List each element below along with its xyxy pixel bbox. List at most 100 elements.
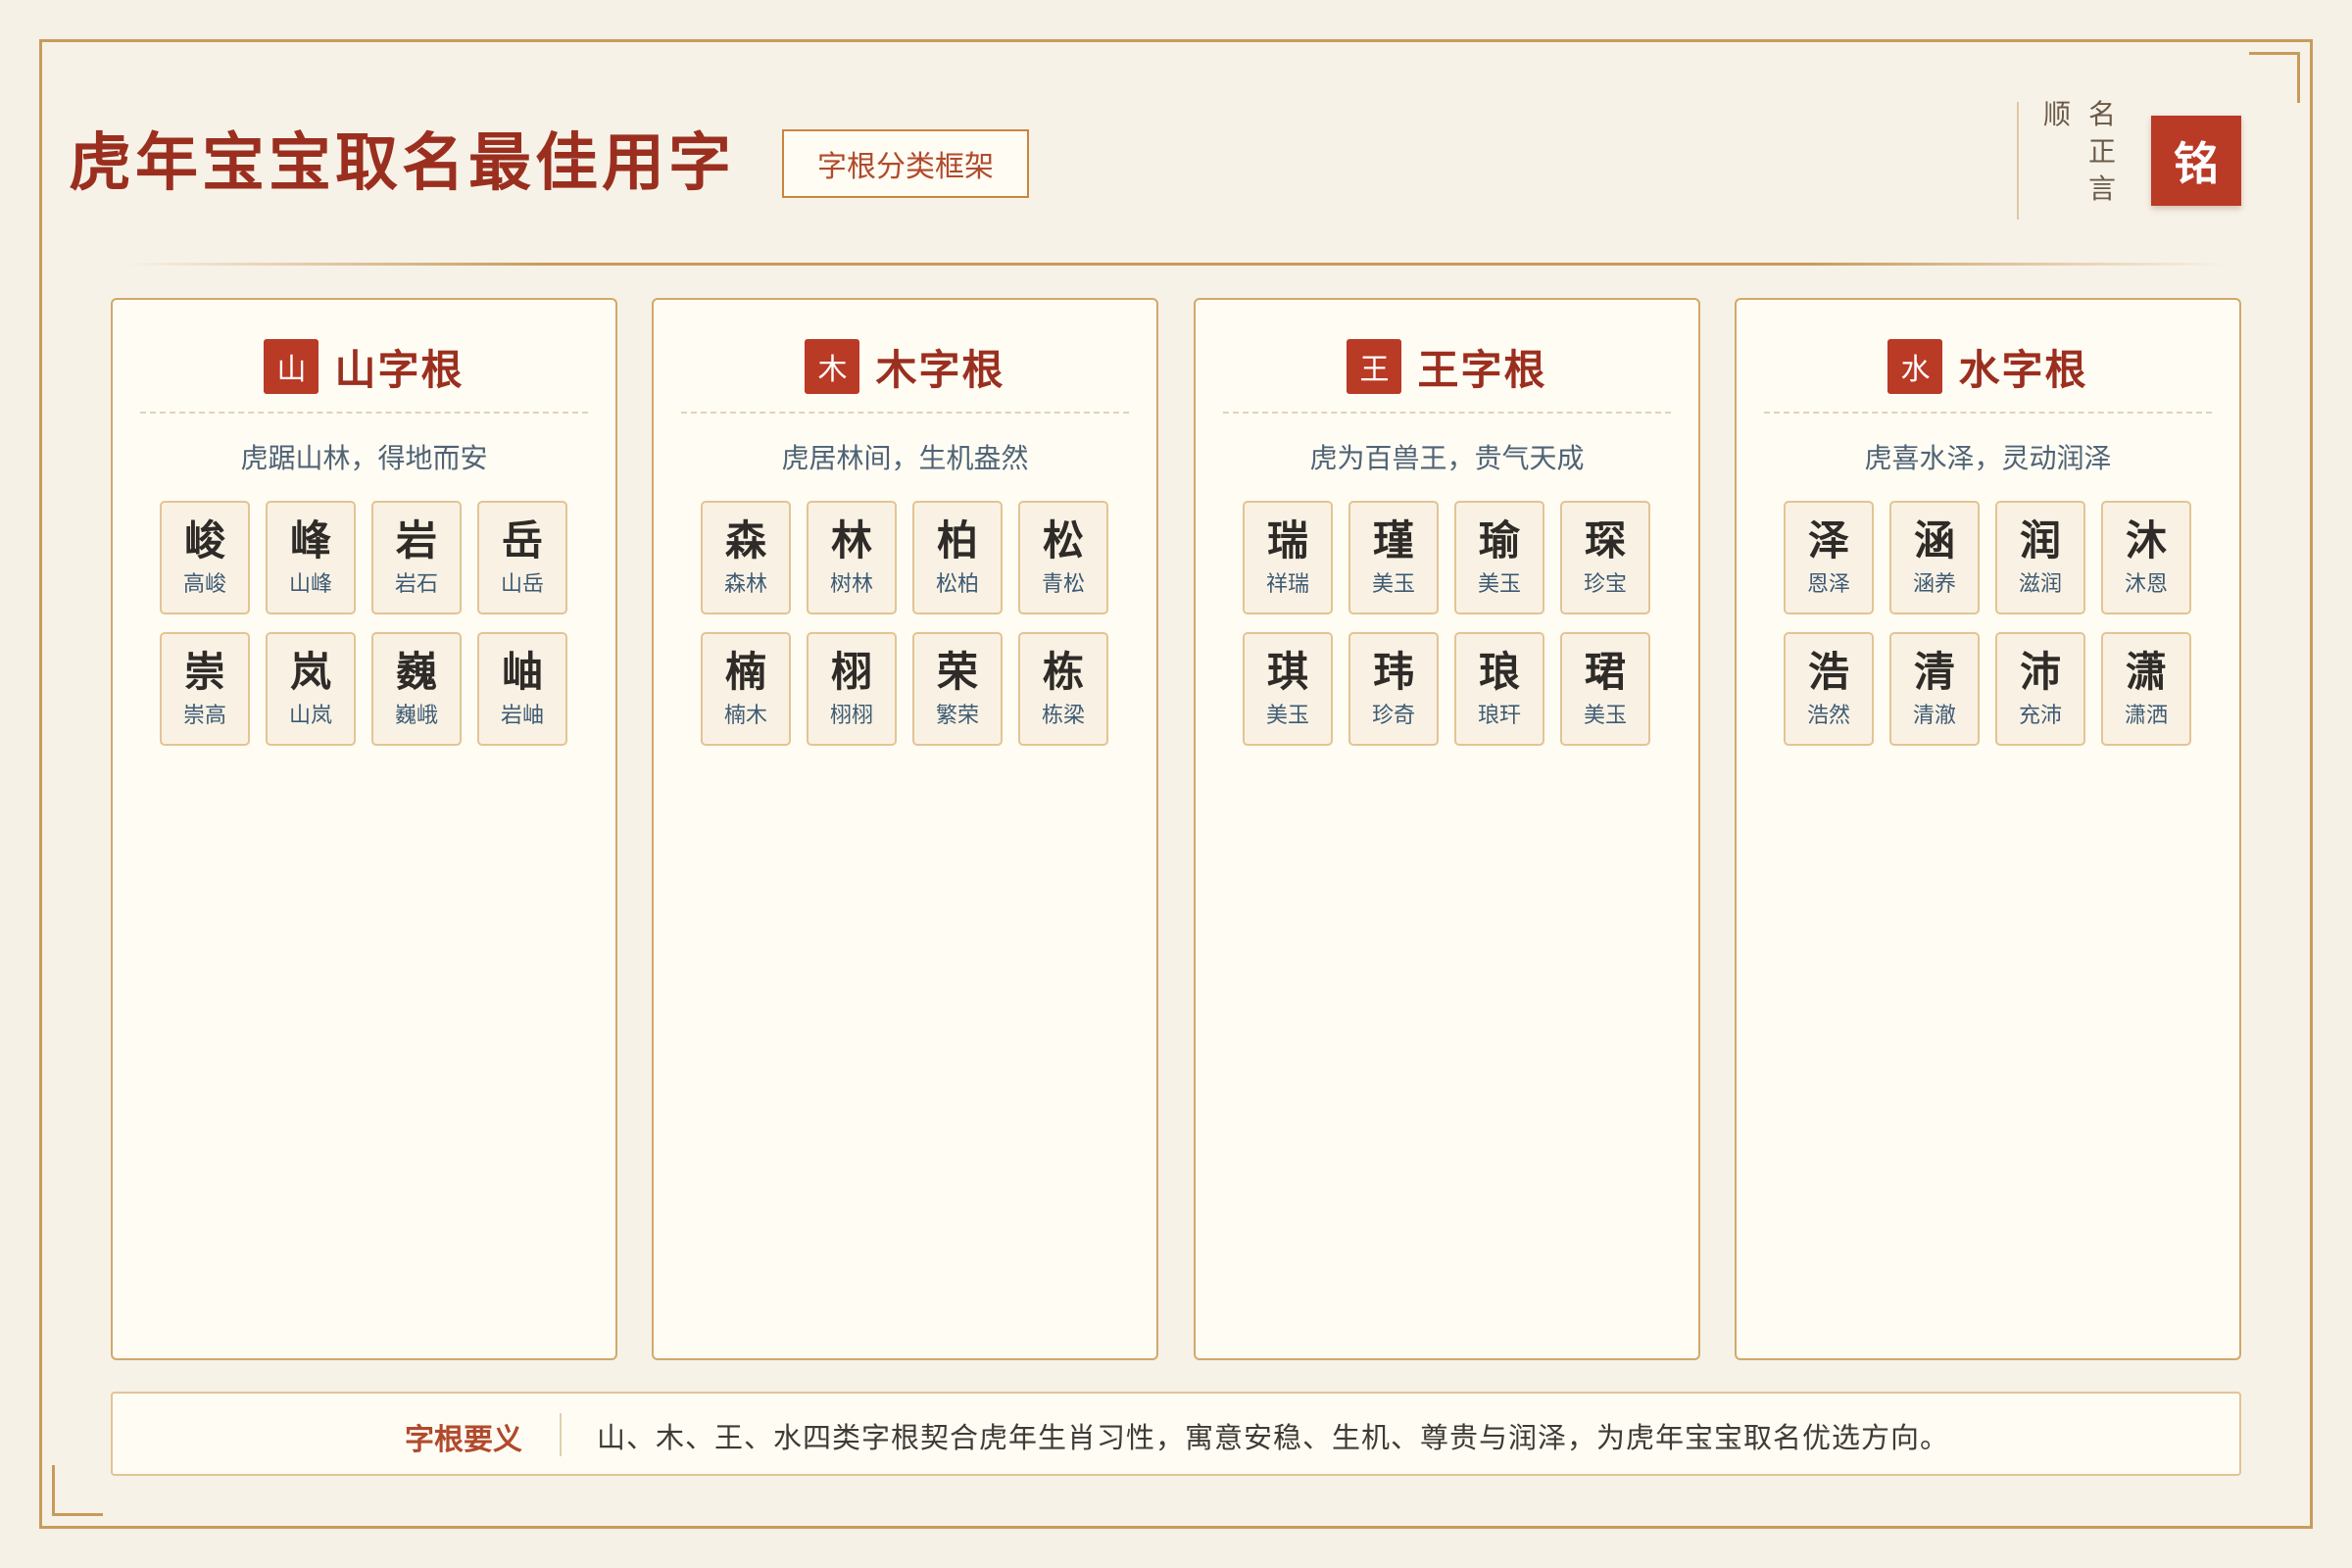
char-word: 崇高 [182,704,226,728]
char-word: 岩石 [394,572,438,597]
subtitle-tag: 字根分类框架 [782,129,1029,198]
corner-ornament-bottom-left [52,1465,103,1516]
char-chip: 潇潇洒 [2101,632,2191,746]
char-chip: 玮珍奇 [1348,632,1439,746]
char-word: 祥瑞 [1265,572,1309,597]
char-chip: 瑾美玉 [1348,501,1439,614]
char-grid: 泽恩泽涵涵养润滋润沐沐恩浩浩然清清澈沛充沛潇潇洒 [1784,501,2191,746]
char-word: 珍宝 [1583,572,1627,597]
char-grid: 森森林林树林柏松柏松青松楠楠木栩栩栩荣繁荣栋栋梁 [701,501,1108,746]
char-glyph: 珺 [1584,648,1626,696]
char-glyph: 栩 [830,648,872,696]
char-word: 浩然 [1806,704,1850,728]
card-wood-radical: 木木字根 虎居林间，生机盎然森森林林树林柏松柏松青松楠楠木栩栩栩荣繁荣栋栋梁 [652,298,1158,1360]
card-motto: 虎居林间，生机盎然 [781,442,1029,474]
char-chip: 岳山岳 [477,501,567,614]
char-glyph: 楠 [724,648,766,696]
card-divider [1223,412,1671,414]
char-chip: 岩岩石 [371,501,462,614]
page-title: 虎年宝宝取名最佳用字 [69,126,735,200]
card-header: 水水字根 [1737,339,2239,394]
char-glyph: 瑜 [1478,516,1520,564]
char-word: 高峻 [182,572,226,597]
char-glyph: 松 [1042,516,1084,564]
card-motto: 虎踞山林，得地而安 [240,442,488,474]
card-title: 木字根 [875,345,1005,394]
char-word: 恩泽 [1806,572,1850,597]
char-glyph: 琪 [1266,648,1308,696]
char-glyph: 潇 [2125,648,2167,696]
char-word: 沐恩 [2124,572,2168,597]
char-word: 珍奇 [1371,704,1415,728]
card-divider [681,412,1129,414]
char-chip: 柏松柏 [912,501,1003,614]
char-chip: 润滋润 [1995,501,2085,614]
char-chip: 珺美玉 [1560,632,1650,746]
radical-badge: 王 [1347,339,1402,394]
char-word: 美玉 [1583,704,1627,728]
char-word: 繁荣 [935,704,979,728]
char-glyph: 沐 [2125,516,2167,564]
brand-char: 正 [2087,135,2116,168]
card-header: 木木字根 [654,339,1156,394]
char-word: 滋润 [2018,572,2062,597]
brand-column-1: 顺 [2040,96,2074,133]
char-word: 山岚 [288,704,332,728]
brand-column-2: 名 正 言 [2085,96,2119,208]
char-glyph: 涵 [1913,516,1955,564]
char-word: 清澈 [1912,704,1956,728]
char-chip: 峻高峻 [160,501,250,614]
char-glyph: 瑞 [1266,516,1308,564]
card-header: 山山字根 [113,339,615,394]
char-chip: 瑞祥瑞 [1243,501,1333,614]
char-chip: 栋栋梁 [1018,632,1108,746]
char-chip: 岚山岚 [266,632,356,746]
card-title: 水字根 [1958,345,2088,394]
char-word: 栩栩 [829,704,873,728]
char-chip: 巍巍峨 [371,632,462,746]
brand-char: 名 [2087,98,2116,130]
char-glyph: 林 [830,516,872,564]
char-chip: 岫岩岫 [477,632,567,746]
brand-char: 顺 [2042,98,2071,130]
char-glyph: 柏 [936,516,978,564]
char-chip: 浩浩然 [1784,632,1874,746]
brand-divider [2017,102,2019,220]
char-chip: 瑜美玉 [1454,501,1544,614]
char-glyph: 崇 [183,648,225,696]
char-chip: 峰山峰 [266,501,356,614]
char-glyph: 沛 [2019,648,2061,696]
char-glyph: 浩 [1807,648,1849,696]
radical-cards: 山山字根 虎踞山林，得地而安峻高峻峰山峰岩岩石岳山岳崇崇高岚山岚巍巍峨岫岩岫 木木… [111,298,2241,1360]
brand-char: 言 [2087,172,2116,205]
char-word: 充沛 [2018,704,2062,728]
char-chip: 涵涵养 [1889,501,1980,614]
char-glyph: 玮 [1372,648,1414,696]
char-word: 树林 [829,572,873,597]
char-glyph: 峰 [289,516,331,564]
char-word: 岩岫 [500,704,544,728]
char-glyph: 荣 [936,648,978,696]
char-word: 巍峨 [394,704,438,728]
char-chip: 琅琅玕 [1454,632,1544,746]
char-word: 潇洒 [2124,704,2168,728]
char-word: 山峰 [288,572,332,597]
corner-ornament-top-right [2249,52,2300,103]
char-word: 松柏 [935,572,979,597]
char-word: 涵养 [1912,572,1956,597]
header-divider [122,263,2230,266]
radical-badge: 水 [1887,339,1943,394]
char-glyph: 森 [724,516,766,564]
char-word: 美玉 [1265,704,1309,728]
radical-badge: 木 [805,339,860,394]
char-word: 美玉 [1477,572,1521,597]
char-chip: 崇崇高 [160,632,250,746]
char-word: 青松 [1041,572,1085,597]
char-glyph: 清 [1913,648,1955,696]
footer-divider [560,1413,562,1456]
char-word: 琅玕 [1477,704,1521,728]
char-glyph: 峻 [183,516,225,564]
page-header: 虎年宝宝取名最佳用字 字根分类框架 顺 名 正 言 铭 [69,69,2241,220]
char-chip: 林树林 [807,501,897,614]
card-title: 山字根 [334,345,465,394]
